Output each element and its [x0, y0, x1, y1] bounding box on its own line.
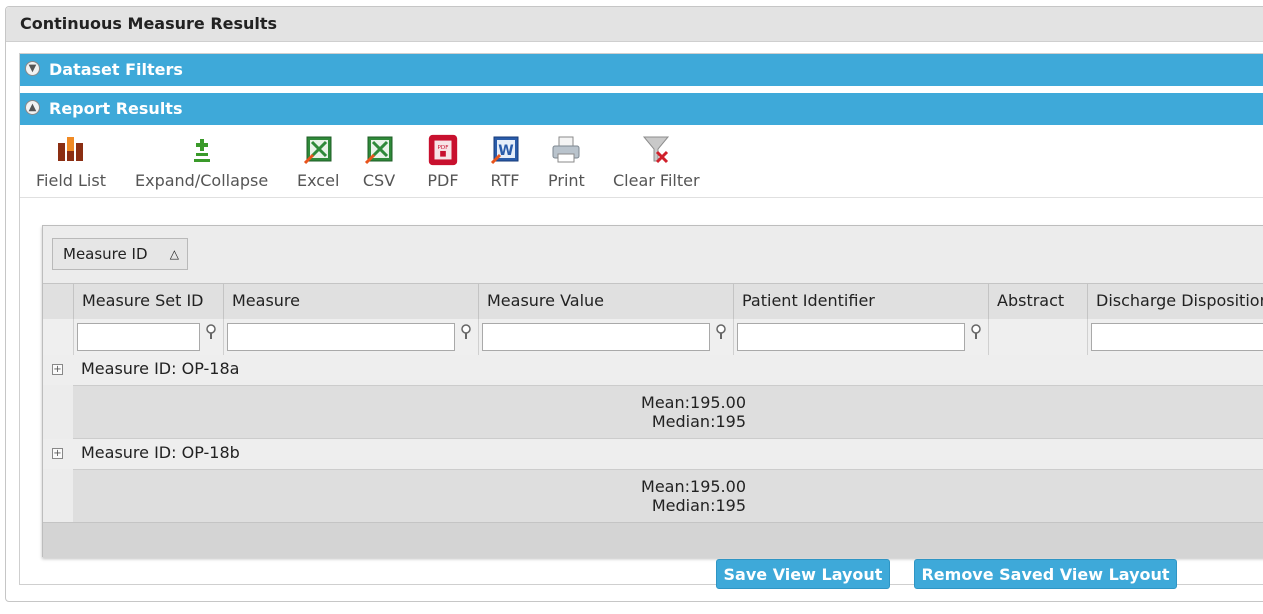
- group-row[interactable]: + Measure ID: OP-18b: [43, 439, 1263, 469]
- csv-icon: [364, 136, 393, 165]
- csv-export-button[interactable]: CSV: [362, 133, 396, 190]
- continuous-measure-results-panel: Continuous Measure Results ▼ Dataset Fil…: [5, 6, 1263, 602]
- mean-value: Mean:195.00: [641, 477, 746, 496]
- rtf-icon: W: [490, 136, 519, 165]
- filter-icon[interactable]: [204, 324, 218, 340]
- excel-export-button[interactable]: Excel: [297, 133, 339, 190]
- print-icon: [552, 136, 580, 163]
- field-list-button[interactable]: Field List: [36, 133, 106, 190]
- svg-text:PDF: PDF: [437, 145, 448, 151]
- sort-ascending-icon[interactable]: △: [170, 239, 179, 269]
- svg-text:W: W: [498, 143, 513, 159]
- dataset-filters-bar[interactable]: ▼ Dataset Filters: [20, 54, 1263, 86]
- filter-input-measure-set-id[interactable]: [77, 323, 200, 351]
- filter-input-discharge-disposition[interactable]: [1091, 323, 1263, 351]
- filter-input-measure-value[interactable]: [482, 323, 710, 351]
- clear-filter-button[interactable]: Clear Filter: [613, 133, 700, 190]
- field-list-icon: [57, 137, 83, 161]
- report-results-bar[interactable]: ▲ Report Results: [20, 93, 1263, 125]
- group-summary: Mean:195.00 Median:195: [73, 385, 1263, 439]
- expand-plus-icon[interactable]: +: [52, 364, 63, 375]
- report-results-label: Report Results: [49, 99, 183, 118]
- group-row[interactable]: + Measure ID: OP-18a: [43, 355, 1263, 385]
- expand-collapse-icon: [193, 139, 210, 162]
- mean-value: Mean:195.00: [641, 393, 746, 412]
- panel-title: Continuous Measure Results: [6, 7, 1263, 42]
- expand-collapse-button[interactable]: Expand/Collapse: [135, 133, 268, 190]
- column-header-patient-identifier[interactable]: Patient Identifier: [733, 284, 988, 320]
- column-header-measure[interactable]: Measure: [223, 284, 478, 320]
- median-value: Median:195: [651, 496, 746, 515]
- expand-circle-icon[interactable]: ▼: [25, 61, 40, 76]
- collapse-circle-icon[interactable]: ▲: [25, 100, 40, 115]
- expand-plus-icon[interactable]: +: [52, 448, 63, 459]
- remove-saved-view-layout-button[interactable]: Remove Saved View Layout: [914, 559, 1177, 589]
- clear-filter-icon: [643, 136, 670, 164]
- grid-footer: [43, 522, 1263, 558]
- header-spacer: [43, 284, 73, 320]
- group-summary: Mean:195.00 Median:195: [73, 469, 1263, 523]
- column-header-discharge-disposition[interactable]: Discharge Disposition: [1087, 284, 1263, 320]
- report-toolbar: Field List Expand/Collapse Excel CSV PDF…: [20, 125, 1263, 198]
- filter-icon[interactable]: [969, 324, 983, 340]
- pdf-icon: PDF: [428, 134, 458, 166]
- column-header-abstract[interactable]: Abstract: [988, 284, 1087, 320]
- dataset-filters-label: Dataset Filters: [49, 60, 183, 79]
- filter-icon[interactable]: [714, 324, 728, 340]
- panel-body: ▼ Dataset Filters ▲ Report Results Field…: [19, 53, 1263, 589]
- column-header-measure-set-id[interactable]: Measure Set ID: [73, 284, 223, 320]
- filter-icon[interactable]: [459, 324, 473, 340]
- filter-row: [43, 319, 1263, 356]
- group-by-measure-id-chip[interactable]: Measure ID △: [52, 238, 188, 270]
- filter-input-measure[interactable]: [227, 323, 455, 351]
- pdf-export-button[interactable]: PDF PDF: [426, 133, 460, 190]
- save-view-layout-button[interactable]: Save View Layout: [716, 559, 890, 589]
- filter-input-patient-identifier[interactable]: [737, 323, 965, 351]
- results-grid: Measure ID △ Measure Set ID Measure Meas…: [42, 225, 1263, 558]
- median-value: Median:195: [651, 412, 746, 431]
- rtf-export-button[interactable]: W RTF: [488, 133, 522, 190]
- column-header-measure-value[interactable]: Measure Value: [478, 284, 733, 320]
- excel-icon: [304, 136, 332, 165]
- print-button[interactable]: Print: [548, 133, 585, 190]
- column-header-row: Measure Set ID Measure Measure Value Pat…: [43, 283, 1263, 321]
